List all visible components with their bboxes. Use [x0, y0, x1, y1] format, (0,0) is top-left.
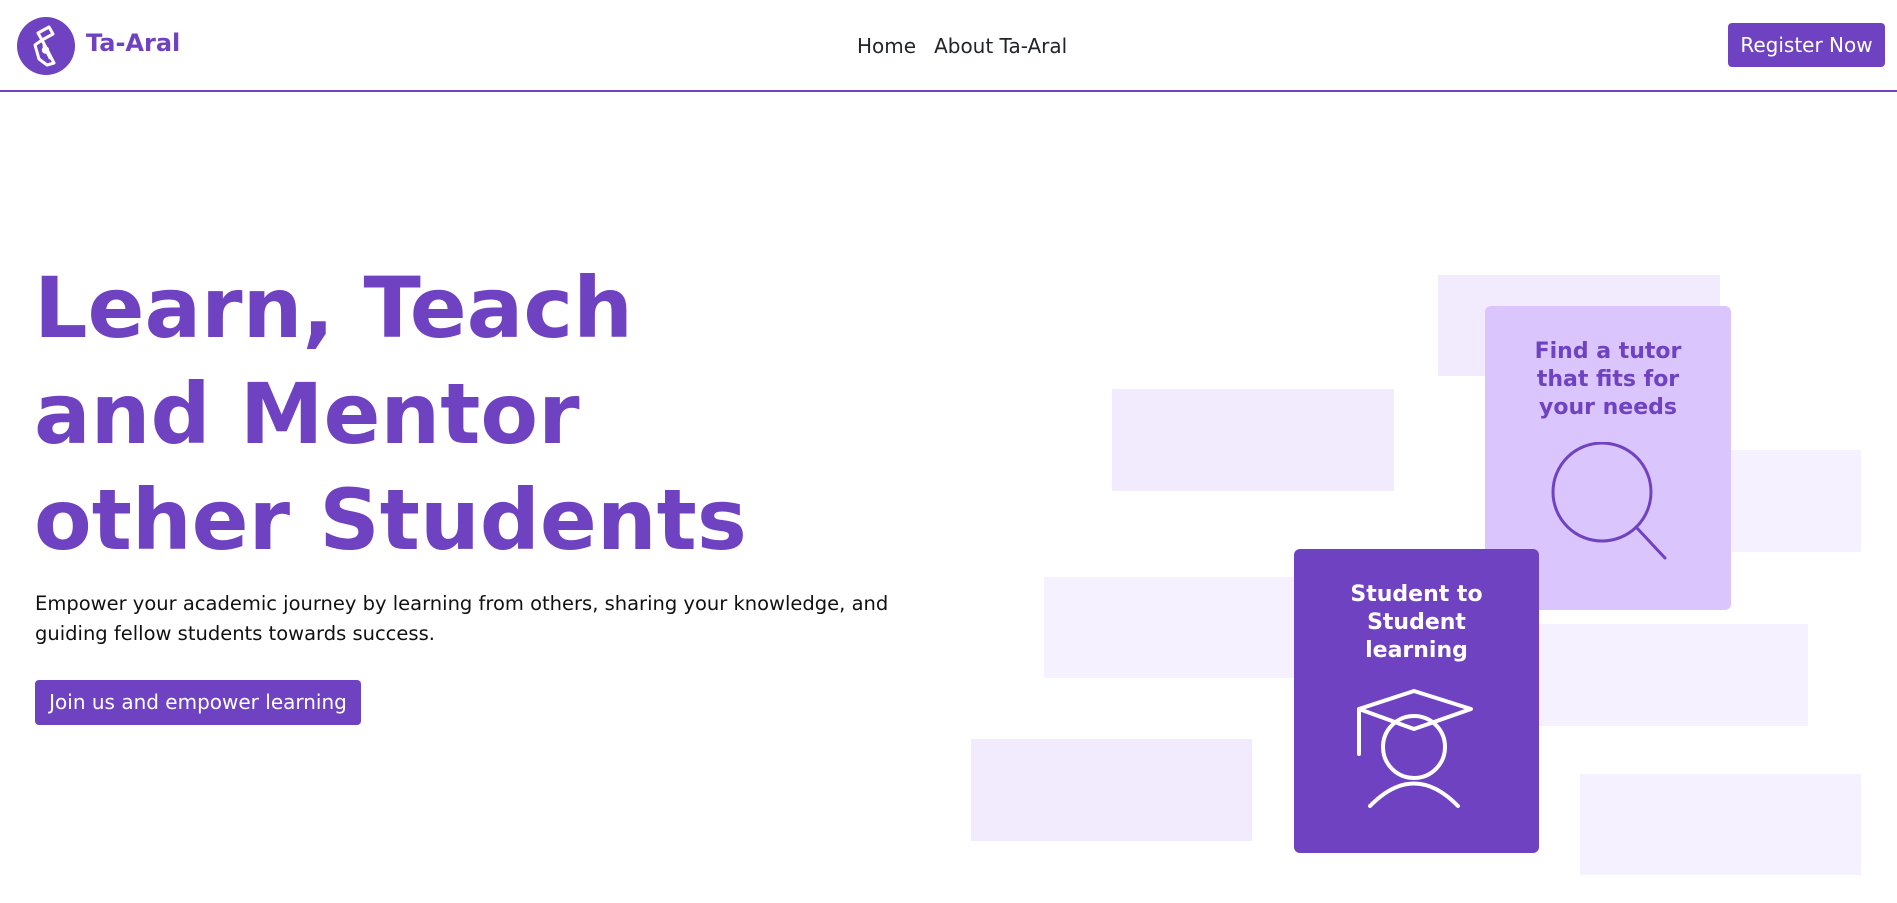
nav-links: Home About Ta-Aral	[857, 33, 1067, 59]
nav-home-link[interactable]: Home	[857, 33, 916, 59]
hero-subtitle: Empower your academic journey by learnin…	[35, 592, 889, 645]
deco-block	[1720, 450, 1861, 552]
logo[interactable]	[17, 17, 75, 75]
graduate-icon	[1357, 689, 1473, 808]
deco-block	[971, 739, 1252, 841]
magnifier-icon	[1551, 442, 1667, 560]
brand-name[interactable]: Ta-Aral	[86, 28, 180, 58]
register-button[interactable]: Register Now	[1728, 23, 1885, 67]
card-title: Find a tutor that fits for your needs	[1534, 339, 1682, 420]
deco-block	[1539, 624, 1808, 726]
deco-block	[1044, 577, 1314, 678]
deco-block	[1580, 774, 1861, 875]
nav-about-link[interactable]: About Ta-Aral	[934, 33, 1067, 59]
join-cta-button[interactable]: Join us and empower learning	[35, 680, 361, 725]
hero-title: Learn, Teach and Mentor other Students	[34, 259, 747, 569]
card-title: Student to Student learning	[1350, 582, 1483, 663]
student-learning-card[interactable]: Student to Student learning	[1294, 549, 1539, 853]
pen-nib-icon	[33, 25, 56, 67]
deco-block	[1112, 389, 1394, 491]
navbar: Ta-Aral Home About Ta-Aral Register Now	[0, 0, 1897, 92]
